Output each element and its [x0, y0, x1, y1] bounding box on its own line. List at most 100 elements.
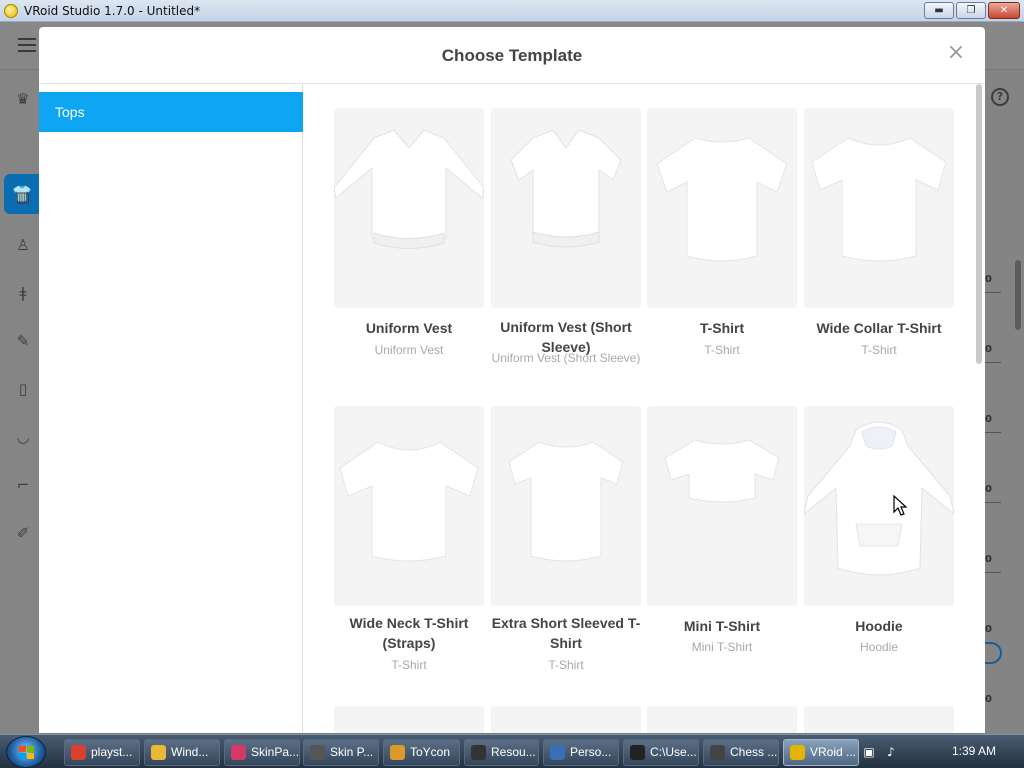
close-window-button[interactable]: ✕: [988, 2, 1020, 19]
folder-icon: [151, 745, 166, 760]
taskbar-item-label: Perso...: [570, 745, 612, 759]
sock-icon[interactable]: ⌐: [14, 476, 32, 494]
template-card-partial[interactable]: [647, 706, 797, 733]
taskbar-item[interactable]: C:\Use...: [623, 739, 699, 766]
slider-value: 0: [985, 274, 992, 285]
system-tray: ▣ ♪: [862, 741, 898, 763]
panel-scrollbar[interactable]: [1015, 260, 1021, 330]
volume-icon[interactable]: ♪: [884, 745, 898, 759]
slider-value: 0: [985, 694, 992, 705]
taskbar-item[interactable]: Skin P...: [303, 739, 379, 766]
help-icon[interactable]: ?: [991, 88, 1009, 106]
7zip-icon: [630, 745, 645, 760]
vroid-icon: [790, 745, 805, 760]
window-title: VRoid Studio 1.7.0 - Untitled*: [24, 3, 201, 18]
slider-track: [985, 362, 1001, 363]
slider-value: 0: [985, 414, 992, 425]
template-card-partial[interactable]: [804, 706, 954, 733]
category-rail: ♛ 👕 ▥ ♙ ǂ ✎ ▯ ◡ ⌐ ✐: [0, 70, 40, 734]
template-thumbnail: [647, 108, 797, 308]
template-name: Uniform Vest: [365, 320, 453, 336]
vest-shape-icon: [334, 129, 484, 249]
taskbar: playst... Wind... SkinPa... Skin P... ToYcon…: [0, 734, 1024, 768]
template-subtitle: Uniform Vest (Short Sleeve): [491, 351, 641, 365]
template-scrollbar[interactable]: [974, 84, 984, 733]
taskbar-item-label: Wind...: [171, 745, 209, 759]
personalize-icon: [550, 745, 565, 760]
network-icon[interactable]: ▣: [862, 745, 876, 759]
template-thumbnail: [334, 108, 484, 308]
template-card-partial[interactable]: [491, 706, 641, 733]
close-icon[interactable]: ×: [945, 42, 967, 64]
toycon-icon: [390, 745, 405, 760]
chrome-icon: [71, 745, 86, 760]
vest-short-sleeve-shape-icon: [510, 129, 622, 248]
slider-track: [985, 572, 1001, 573]
template-name: Extra Short Sleeved T-Shirt: [491, 615, 641, 651]
app-icon: [310, 745, 325, 760]
scroll-thumb[interactable]: [976, 84, 982, 364]
taskbar-item-label: C:\Use...: [650, 745, 697, 759]
taskbar-item[interactable]: Chess ...: [703, 739, 779, 766]
template-name: T-Shirt: [699, 320, 745, 336]
vroid-app-icon: [4, 3, 18, 18]
template-name: Hoodie: [855, 618, 903, 634]
template-name: Wide Collar T-Shirt: [816, 320, 942, 336]
taskbar-item-label: Resou...: [491, 745, 536, 759]
taskbar-item[interactable]: SkinPa...: [224, 739, 300, 766]
template-subtitle: T-Shirt: [704, 343, 740, 357]
taskbar-item[interactable]: playst...: [64, 739, 140, 766]
minimize-button[interactable]: ▬: [924, 2, 954, 19]
hair-icon[interactable]: ♛: [14, 90, 32, 108]
title-bar: VRoid Studio 1.7.0 - Untitled* ▬ ❐ ✕: [0, 0, 1024, 22]
windows-logo-icon: [19, 746, 35, 760]
template-thumbnail: [804, 406, 954, 606]
dress-icon[interactable]: ♙: [14, 236, 32, 254]
template-thumbnail: [334, 406, 484, 606]
template-subtitle: T-Shirt: [391, 658, 427, 672]
template-name: Wide Neck T-Shirt (Straps): [349, 615, 469, 651]
choose-template-dialog: Choose Template × Tops Uniform Vest Unif…: [39, 27, 985, 733]
dialog-title: Choose Template: [441, 46, 583, 65]
slider-track: [985, 292, 1001, 293]
jacket-icon[interactable]: ▯: [14, 380, 32, 398]
slider-value: 0: [985, 484, 992, 495]
template-thumbnail: [647, 406, 797, 606]
underwear-icon[interactable]: ◡: [14, 428, 32, 446]
maximize-button[interactable]: ❐: [956, 2, 986, 19]
tie-icon[interactable]: ǂ: [14, 284, 32, 302]
taskbar-item[interactable]: Resou...: [464, 739, 539, 766]
dialog-header: Choose Template ×: [39, 27, 985, 84]
start-button[interactable]: [6, 736, 46, 768]
slider-track: [985, 432, 1001, 433]
category-list: Tops: [39, 84, 303, 733]
slider-track: [985, 502, 1001, 503]
template-card-partial[interactable]: [334, 706, 484, 733]
template-thumbnail: [491, 406, 641, 606]
taskbar-item[interactable]: VRoid ...: [783, 739, 859, 766]
slider-value: 0: [985, 624, 992, 635]
chess-icon: [710, 745, 725, 760]
template-subtitle: Hoodie: [859, 640, 899, 654]
pants-icon[interactable]: ▥: [14, 188, 32, 206]
wide-neck-t-shirt-shape-icon: [339, 441, 479, 562]
template-grid: Uniform Vest Uniform Vest Uniform Vest (…: [304, 84, 985, 733]
shoe-icon[interactable]: ✐: [14, 524, 32, 542]
category-item-tops[interactable]: Tops: [39, 92, 303, 132]
menu-icon[interactable]: [18, 38, 36, 52]
taskbar-item[interactable]: ToYcon: [383, 739, 460, 766]
taskbar-item[interactable]: Perso...: [543, 739, 619, 766]
taskbar-item[interactable]: Wind...: [144, 739, 220, 766]
slider-value: 0: [985, 344, 992, 355]
brush-icon[interactable]: ✎: [14, 332, 32, 350]
hoodie-shape-icon: [804, 421, 954, 576]
taskbar-item-label: Skin P...: [330, 745, 374, 759]
taskbar-item-label: Chess ...: [730, 745, 778, 759]
taskbar-item-label: playst...: [91, 745, 133, 759]
slider-value: 0: [985, 554, 992, 565]
template-thumbnail: [804, 108, 954, 308]
taskbar-item-label: SkinPa...: [251, 745, 300, 759]
t-shirt-shape-icon: [656, 137, 788, 262]
wide-collar-t-shirt-shape-icon: [811, 137, 947, 262]
clock[interactable]: 1:39 AM: [952, 744, 996, 758]
